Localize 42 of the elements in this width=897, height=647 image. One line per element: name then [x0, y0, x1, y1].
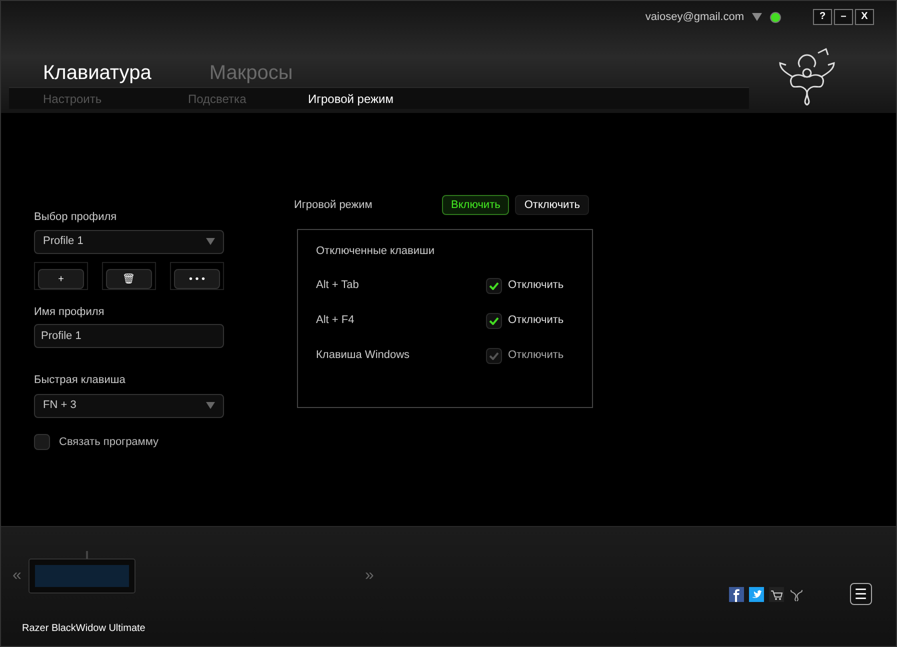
toggle-button[interactable]: Отключить — [515, 195, 589, 215]
facebook-icon[interactable] — [729, 586, 744, 602]
window-button[interactable]: ? — [813, 9, 832, 25]
checkmark-icon — [489, 282, 499, 290]
profile-action-button[interactable]: + — [38, 269, 84, 289]
field-label: Имя профиля — [34, 304, 106, 320]
twitter-icon[interactable] — [749, 586, 764, 602]
field-label: Выбор профиля — [34, 210, 118, 225]
window-button[interactable]: X — [855, 9, 874, 25]
caret-icon — [206, 402, 215, 409]
panel-title: Отключенные клавиши — [316, 244, 436, 259]
checkbox[interactable] — [486, 312, 502, 328]
checkbox[interactable] — [34, 434, 50, 450]
key-name: Alt + F4 — [316, 313, 356, 328]
profile-action-button[interactable]: • • • — [174, 269, 220, 289]
checkbox-label: Связать программу — [59, 434, 159, 450]
device-name: Razer BlackWidow Ultimate — [22, 622, 146, 636]
key-name: Alt + Tab — [316, 278, 360, 294]
dropdown-value: FN + 3 — [43, 398, 76, 414]
dropdown[interactable]: FN + 3 — [34, 394, 224, 418]
dropdown-value: Profile 1 — [43, 234, 84, 250]
checkmark-icon — [489, 316, 499, 324]
checkmark-icon — [489, 352, 499, 360]
checkbox-label: Отключить — [508, 278, 564, 294]
key-name: Клавиша Windows — [316, 348, 411, 364]
menu-button[interactable]: ☰ — [850, 583, 872, 605]
profile-name-field[interactable]: Profile 1 — [34, 324, 224, 348]
window-button[interactable]: – — [834, 9, 853, 25]
main-tab[interactable]: Клавиатура — [43, 63, 152, 83]
game-mode-label: Игровой режим — [294, 198, 374, 213]
field-label: Быстрая клавиша — [34, 373, 126, 388]
checkbox[interactable] — [486, 278, 502, 294]
caret-icon — [206, 238, 215, 245]
sub-tab[interactable]: Игровой режим — [308, 90, 448, 108]
caret-icon[interactable] — [752, 13, 762, 21]
cart-icon[interactable] — [769, 586, 784, 602]
profile-action-button[interactable]: 🗑 — [106, 269, 152, 289]
toggle-button[interactable]: Включить — [442, 195, 510, 215]
checkbox-label: Отключить — [508, 313, 564, 328]
checkbox-label: Отключить — [508, 348, 564, 364]
dropdown[interactable]: Profile 1 — [34, 230, 224, 254]
account-email[interactable]: vaiosey@gmail.com — [645, 8, 744, 26]
